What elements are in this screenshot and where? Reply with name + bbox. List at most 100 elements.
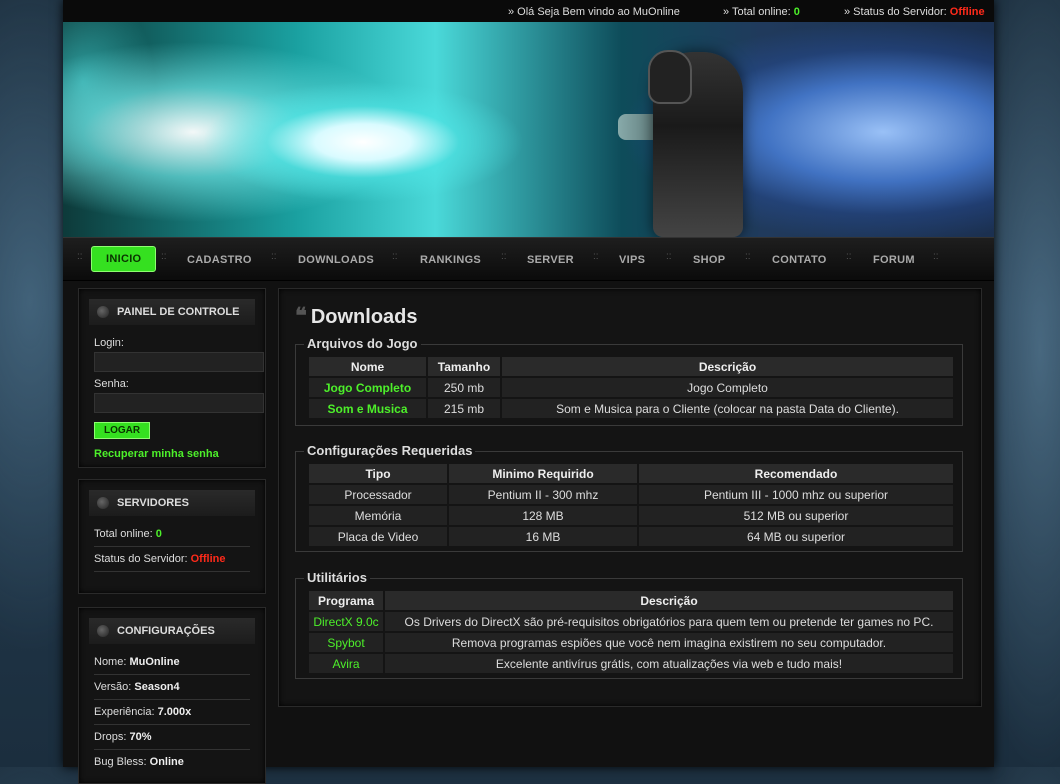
servers-online-row: Total online: 0 (94, 522, 250, 547)
files-fieldset: Arquivos do Jogo Nome Tamanho Descrição … (295, 336, 963, 426)
config-row-value: MuOnline (129, 656, 180, 668)
nav-separator: :: (501, 251, 507, 262)
nav-separator: :: (392, 251, 398, 262)
nav-item-cadastro[interactable]: CADASTRO (187, 249, 252, 271)
servers-status-row: Status do Servidor: Offline (94, 547, 250, 572)
table-cell: 64 MB ou superior (639, 527, 953, 546)
table-cell: Excelente antivírus grátis, com atualiza… (385, 654, 953, 673)
quote-icon: ❝ (295, 303, 307, 328)
nav-separator: :: (77, 251, 83, 262)
config-row: Drops: 70% (94, 725, 250, 750)
config-panel: CONFIGURAÇÕES Nome: MuOnline Versão: Sea… (78, 607, 266, 784)
program-link[interactable]: DirectX 9.0c (309, 612, 383, 631)
table-cell: 512 MB ou superior (639, 506, 953, 525)
table-row: DirectX 9.0c Os Drivers do DirectX são p… (309, 612, 953, 631)
recover-password-link[interactable]: Recuperar minha senha (94, 448, 250, 460)
online-label: » Total online: (723, 6, 791, 18)
page-title: Downloads (310, 306, 418, 328)
login-input[interactable] (94, 352, 264, 372)
column-header: Tamanho (428, 357, 500, 376)
table-header-row: Tipo Minimo Requirido Recomendado (309, 464, 953, 483)
column-header: Descrição (385, 591, 953, 610)
nav-item-inicio[interactable]: INICIO (91, 246, 157, 272)
config-row-label: Experiência: (94, 706, 155, 718)
file-name-link[interactable]: Som e Musica (309, 399, 426, 418)
file-name-link[interactable]: Jogo Completo (309, 378, 426, 397)
panel-header: PAINEL DE CONTROLE (89, 299, 255, 325)
table-row: Avira Excelente antivírus grátis, com at… (309, 654, 953, 673)
control-panel: PAINEL DE CONTROLE Login: Senha: LOGAR R… (78, 288, 266, 468)
servers-status-value: Offline (190, 553, 226, 565)
config-row: Nome: MuOnline (94, 650, 250, 675)
servers-panel: SERVIDORES Total online: 0 Status do Ser… (78, 479, 266, 594)
config-title: CONFIGURAÇÕES (117, 625, 215, 637)
config-row-label: Drops: (94, 731, 127, 743)
utilities-table: Programa Descrição DirectX 9.0c Os Drive… (307, 589, 955, 675)
column-header: Minimo Requirido (449, 464, 637, 483)
program-link[interactable]: Spybot (309, 633, 383, 652)
nav-separator: :: (846, 251, 852, 262)
bullet-icon (97, 497, 109, 509)
nav-item-vips[interactable]: VIPS (619, 249, 645, 271)
table-cell: Memória (309, 506, 447, 525)
utilities-legend: Utilitários (304, 570, 370, 585)
nav-item-server[interactable]: SERVER (527, 249, 574, 271)
column-header: Tipo (309, 464, 447, 483)
nav-item-rankings[interactable]: RANKINGS (420, 249, 481, 271)
table-row: Spybot Remova programas espiões que você… (309, 633, 953, 652)
table-cell: Remova programas espiões que você nem im… (385, 633, 953, 652)
config-row: Versão: Season4 (94, 675, 250, 700)
status-value: Offline (949, 6, 985, 18)
config-row-label: Versão: (94, 681, 132, 693)
servers-online-label: Total online: (94, 528, 153, 540)
table-row: Memória 128 MB 512 MB ou superior (309, 506, 953, 525)
nav-item-shop[interactable]: SHOP (693, 249, 725, 271)
files-legend: Arquivos do Jogo (304, 336, 421, 351)
config-row-value: Online (149, 756, 184, 768)
senha-label: Senha: (94, 378, 129, 390)
servers-status-label: Status do Servidor: (94, 553, 188, 565)
utilities-fieldset: Utilitários Programa Descrição DirectX 9… (295, 570, 963, 679)
login-button[interactable]: LOGAR (94, 422, 151, 439)
config-row-label: Bug Bless: (94, 756, 147, 768)
table-cell: 128 MB (449, 506, 637, 525)
panel-title: PAINEL DE CONTROLE (117, 306, 240, 318)
servers-header: SERVIDORES (89, 490, 255, 516)
page-container: » Olá Seja Bem vindo ao MuOnline » Total… (63, 0, 994, 784)
greeting-text: » Olá Seja Bem vindo ao MuOnline (508, 6, 680, 18)
table-row: Jogo Completo 250 mb Jogo Completo (309, 378, 953, 397)
password-input[interactable] (94, 393, 264, 413)
servers-online-value: 0 (155, 528, 162, 540)
main-nav: :: INICIO :: CADASTRO :: DOWNLOADS :: RA… (63, 237, 994, 281)
table-row: Placa de Video 16 MB 64 MB ou superior (309, 527, 953, 546)
table-cell: Processador (309, 485, 447, 504)
table-row: Processador Pentium II - 300 mhz Pentium… (309, 485, 953, 504)
config-header: CONFIGURAÇÕES (89, 618, 255, 644)
nav-separator: :: (593, 251, 599, 262)
nav-item-downloads[interactable]: DOWNLOADS (298, 249, 374, 271)
config-row-value: 7.000x (157, 706, 192, 718)
column-header: Programa (309, 591, 383, 610)
column-header: Nome (309, 357, 426, 376)
table-cell: Pentium II - 300 mhz (449, 485, 637, 504)
top-bar: » Olá Seja Bem vindo ao MuOnline » Total… (63, 0, 994, 22)
nav-separator: :: (161, 251, 167, 262)
nav-item-forum[interactable]: FORUM (873, 249, 915, 271)
config-row-value: 70% (129, 731, 152, 743)
program-link[interactable]: Avira (309, 654, 383, 673)
status-label: » Status do Servidor: (844, 6, 947, 18)
nav-item-contato[interactable]: CONTATO (772, 249, 827, 271)
table-cell: Som e Musica para o Cliente (colocar na … (502, 399, 953, 418)
table-cell: 215 mb (428, 399, 500, 418)
table-header-row: Programa Descrição (309, 591, 953, 610)
table-cell: Pentium III - 1000 mhz ou superior (639, 485, 953, 504)
table-cell: Os Drivers do DirectX são pré-requisitos… (385, 612, 953, 631)
column-header: Descrição (502, 357, 953, 376)
bullet-icon (97, 625, 109, 637)
config-row-value: Season4 (134, 681, 180, 693)
table-cell: Placa de Video (309, 527, 447, 546)
server-status: » Status do Servidor: Offline (844, 6, 985, 18)
table-cell: 250 mb (428, 378, 500, 397)
total-online: » Total online: 0 (723, 6, 800, 18)
table-cell: Jogo Completo (502, 378, 953, 397)
